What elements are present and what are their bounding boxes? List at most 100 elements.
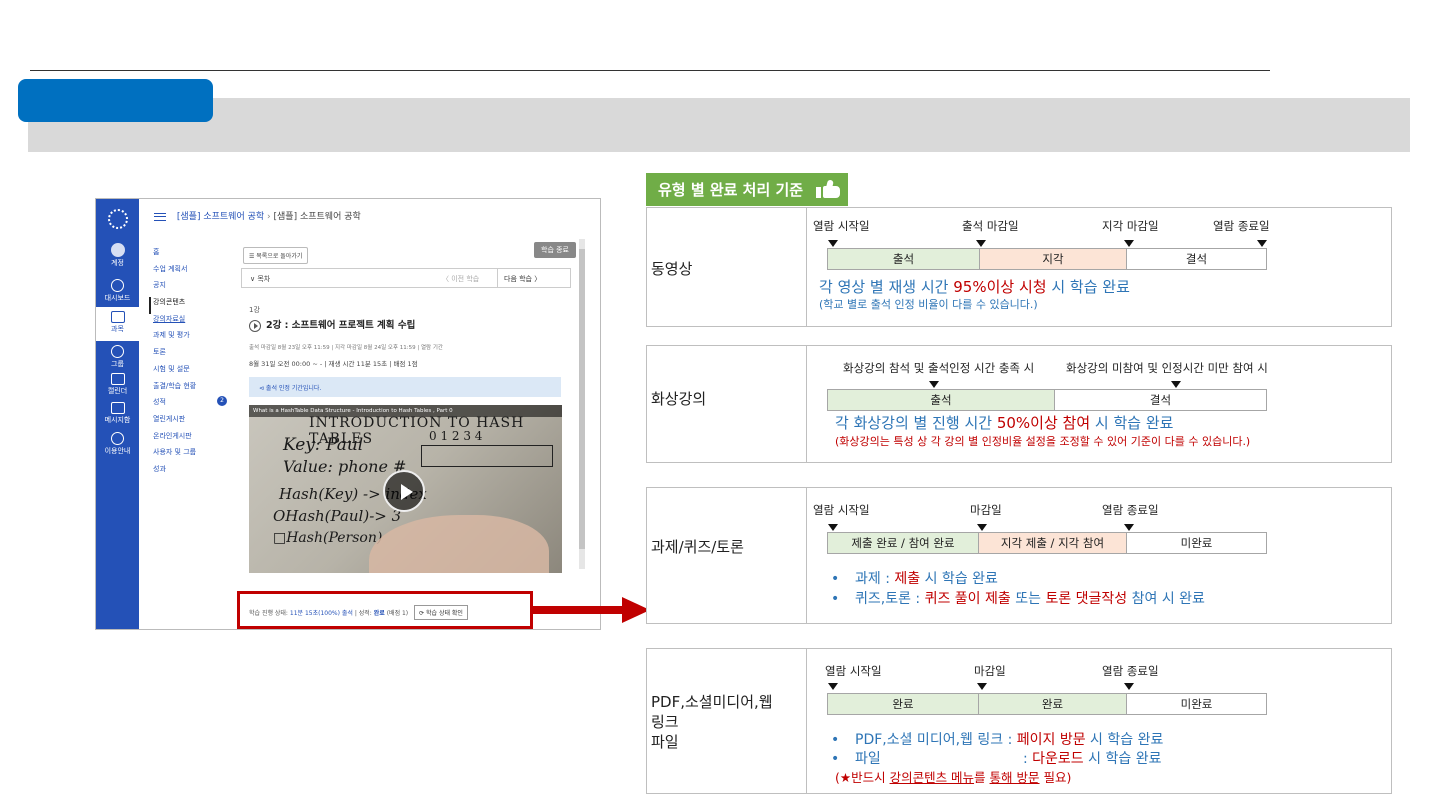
marker-arrow-icon: [977, 683, 987, 690]
marker-label: 열람 시작일: [825, 664, 882, 678]
live-rule-note: (화상강의는 특성 상 각 강의 별 인정비율 설정을 조정할 수 있어 기준이…: [835, 435, 1251, 448]
timeline-bar: 출석 결석: [827, 389, 1267, 411]
lecture-deadlines: 출석 마감일 8월 23일 오후 11:59 | 지각 마감일 8월 24일 오…: [249, 345, 443, 351]
video-player[interactable]: What is a HashTable Data Structure - Int…: [249, 405, 562, 573]
card-label: PDF,소셜미디어,웹 링크 파일: [647, 649, 807, 793]
marker-arrow-icon: [1257, 240, 1267, 247]
back-to-list-button[interactable]: ☰ 목록으로 돌아가기: [243, 247, 309, 264]
nav-inbox[interactable]: 메시지함: [96, 402, 139, 425]
breadcrumb-course[interactable]: [샘플] 소프트웨어 공학: [177, 212, 264, 222]
quiz-discussion-rule: • 퀴즈,토론 : 퀴즈 풀이 제출 또는 토론 댓글작성 참여 시 완료: [831, 591, 1205, 607]
menu-item-outcomes[interactable]: 성과: [153, 464, 196, 481]
video-rule-note: (학교 별로 출석 인정 비율이 다를 수 있습니다.): [819, 298, 1038, 311]
menu-item-attendance[interactable]: 출결/학습 현황: [153, 381, 196, 398]
course-menu: 홈 수업 계획서 공지 강의콘텐츠 강의자료실 과제 및 평가 토론 시험 및 …: [149, 247, 227, 481]
timeline-bar: 출석 지각 결석: [827, 248, 1267, 270]
timeline-bar: 제출 완료 / 참여 완료 지각 제출 / 지각 참여 미완료: [827, 532, 1267, 554]
timeline-bar: 완료 완료 미완료: [827, 693, 1267, 715]
nav-account[interactable]: 계정: [96, 243, 139, 268]
video-text-line: 0 1 2 3 4: [429, 429, 483, 443]
nav-help[interactable]: 이용안내: [96, 432, 139, 456]
card-pdf-link-file: PDF,소셜미디어,웹 링크 파일 열람 시작일 마감일 열람 종료일 완료 완…: [646, 648, 1392, 794]
marker-label: 열람 시작일: [813, 219, 870, 233]
marker-arrow-icon: [1171, 381, 1181, 388]
assignment-rule: • 과제 : 제출 시 학습 완료: [831, 571, 998, 587]
segment-attend: 출석: [828, 390, 1055, 410]
marker-label: 화상강의 참석 및 출석인정 시간 충족 시: [843, 361, 1035, 375]
segment-complete: 완료: [979, 694, 1127, 714]
segment-incomplete: 미완료: [1127, 694, 1266, 714]
scrollbar[interactable]: [579, 239, 585, 569]
video-text-line: □Hash(Person): [273, 530, 383, 546]
nav-calendar[interactable]: 캘린더: [96, 373, 139, 396]
finish-learning-button[interactable]: 학습 종료: [534, 242, 576, 258]
nav-groups[interactable]: 그룹: [96, 345, 139, 369]
menu-item-home[interactable]: 홈: [153, 247, 196, 264]
title-tab: [18, 79, 213, 122]
lecture-number: 1강: [249, 306, 260, 314]
segment-absent: 결석: [1127, 249, 1266, 269]
play-circle-icon: [249, 319, 261, 332]
global-nav: 계정 대시보드 과목 그룹 캘린더 메시지함 이용안내: [96, 199, 139, 629]
menu-item-online-board[interactable]: 온라인게시판: [153, 431, 196, 448]
pdf-link-rule: • PDF,소셜 미디어,웹 링크 : 페이지 방문 시 학습 완료: [831, 732, 1164, 748]
menu-item-open-board[interactable]: 열린게시판: [153, 414, 196, 431]
group-icon: [111, 345, 124, 358]
grade-badge: 2: [217, 396, 227, 407]
marker-label: 출석 마감일: [962, 219, 1019, 233]
breadcrumb-current: [샘플] 소프트웨어 공학: [273, 212, 361, 222]
nav-dashboard[interactable]: 대시보드: [96, 279, 139, 303]
card-video: 동영상 열람 시작일 출석 마감일 지각 마감일 열람 종료일 출석 지각 결석…: [646, 207, 1392, 327]
menu-item-grades[interactable]: 성적 2: [153, 396, 227, 414]
marker-arrow-icon: [828, 524, 838, 531]
live-rule: 각 화상강의 별 진행 시간 50%이상 참여 시 학습 완료: [835, 414, 1174, 432]
segment-late: 지각: [980, 249, 1127, 269]
help-icon: [111, 432, 124, 445]
prev-lecture-button[interactable]: 〈 이전 학습: [442, 274, 479, 284]
lecture-duration: 8월 31일 오전 00:00 ~ - | 재생 시간 11분 15초 | 배점…: [249, 360, 418, 368]
toc-toggle[interactable]: ∨ 목차: [250, 274, 270, 284]
marker-arrow-icon: [977, 524, 987, 531]
marker-arrow-icon: [828, 240, 838, 247]
segment-incomplete: 미완료: [1127, 533, 1266, 553]
user-icon: [110, 243, 125, 257]
lms-screenshot: 계정 대시보드 과목 그룹 캘린더 메시지함 이용안내 [샘플] 소프트웨어 공…: [95, 198, 601, 630]
card-label: 과제/퀴즈/토론: [647, 488, 807, 623]
visit-note: (★반드시 강의콘텐츠 메뉴를 통해 방문 필요): [835, 770, 1072, 785]
menu-item-notice[interactable]: 공지: [153, 280, 196, 297]
card-label: 동영상: [647, 208, 807, 326]
segment-absent: 결석: [1055, 390, 1266, 410]
nav-courses[interactable]: 과목: [96, 307, 139, 341]
menu-item-assignments[interactable]: 과제 및 평가: [153, 330, 196, 347]
thumbs-up-icon: [816, 179, 841, 198]
marker-arrow-icon: [828, 683, 838, 690]
marker-arrow-icon: [1124, 524, 1134, 531]
menu-item-contents[interactable]: 강의콘텐츠: [149, 297, 196, 314]
card-assignment: 과제/퀴즈/토론 열람 시작일 마감일 열람 종료일 제출 완료 / 참여 완료…: [646, 487, 1392, 624]
marker-arrow-icon: [1124, 683, 1134, 690]
dashboard-icon: [111, 279, 124, 292]
menu-item-exams[interactable]: 시험 및 설문: [153, 364, 196, 381]
highlight-box: [237, 591, 533, 629]
marker-arrow-icon: [976, 240, 986, 247]
marker-label: 마감일: [970, 503, 1002, 517]
menu-item-users[interactable]: 사용자 및 그룹: [153, 447, 196, 464]
card-live-lecture: 화상강의 화상강의 참석 및 출석인정 시간 충족 시 화상강의 미참여 및 인…: [646, 345, 1392, 463]
marker-label: 열람 시작일: [813, 503, 870, 517]
card-label: 화상강의: [647, 346, 807, 462]
marker-arrow-icon: [1124, 240, 1134, 247]
menu-item-discussion[interactable]: 토론: [153, 347, 196, 364]
segment-late: 지각 제출 / 지각 참여: [979, 533, 1127, 553]
next-lecture-button[interactable]: 다음 학습 〉: [497, 269, 547, 287]
top-rule: [30, 70, 1270, 71]
menu-item-syllabus[interactable]: 수업 계획서: [153, 264, 196, 281]
marker-label: 열람 종료일: [1102, 664, 1159, 678]
content-area: ☰ 목록으로 돌아가기 학습 종료 ∨ 목차 〈 이전 학습 다음 학습 〉 1…: [241, 239, 585, 629]
calendar-icon: [110, 373, 125, 385]
video-play-icon[interactable]: [383, 470, 425, 512]
marker-label: 화상강의 미참여 및 인정시간 미만 참여 시: [1066, 361, 1268, 375]
lecture-title: 2강 : 소프트웨어 프로젝트 계획 수립: [249, 317, 415, 332]
file-rule: • 파일: 다운로드 시 학습 완료: [831, 751, 1162, 767]
menu-item-materials[interactable]: 강의자료실: [153, 314, 196, 331]
menu-icon[interactable]: [154, 212, 166, 221]
